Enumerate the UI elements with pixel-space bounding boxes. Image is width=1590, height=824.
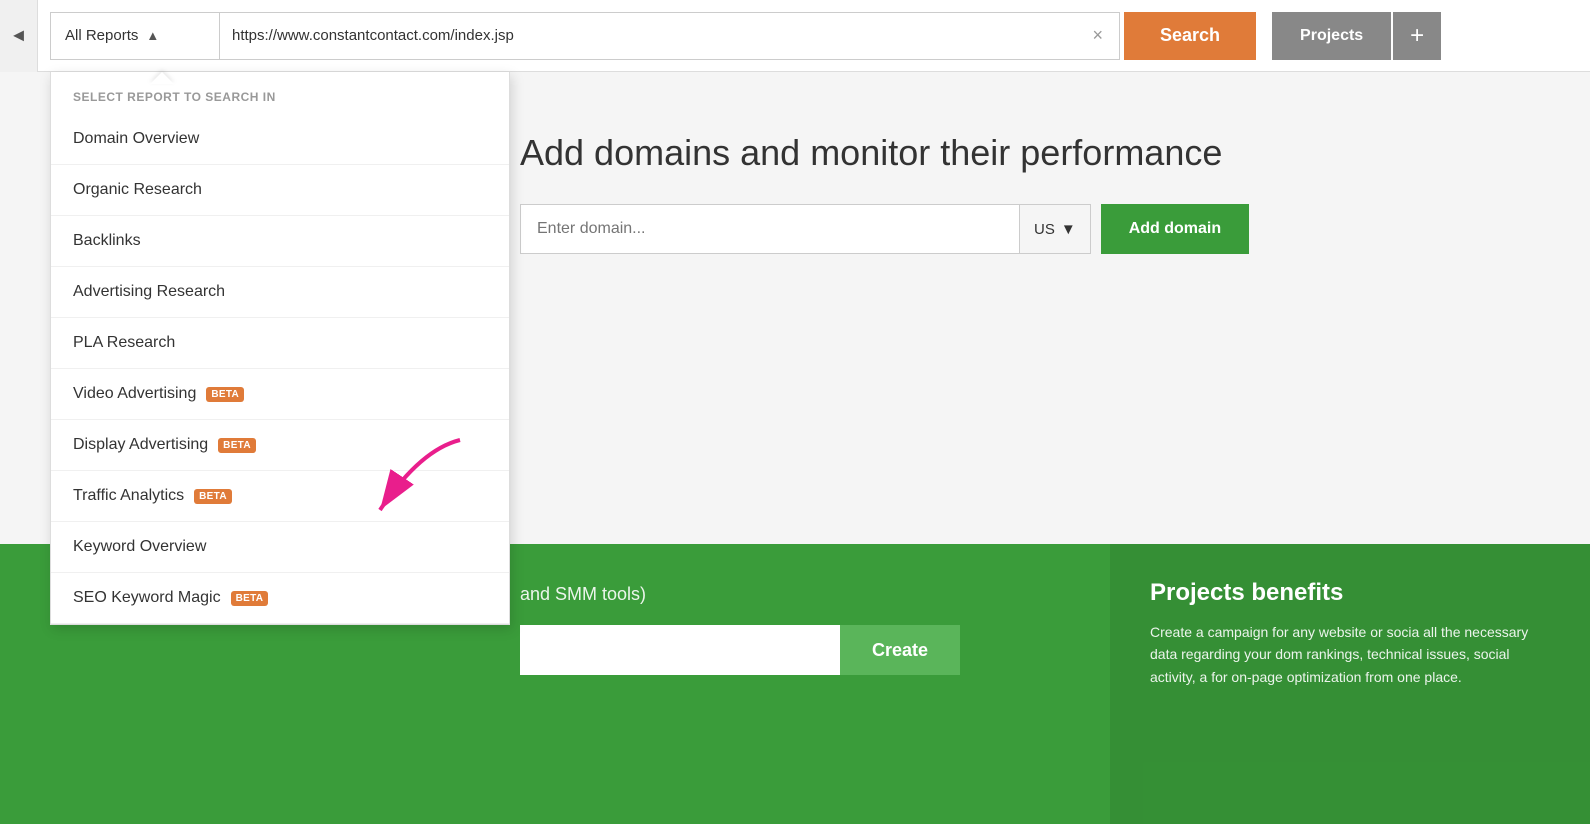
dropdown-item-label: Keyword Overview [73,538,206,556]
domain-input-row: US ▼ Add domain [520,204,1510,254]
dropdown-item-seo-keyword-magic[interactable]: SEO Keyword Magic BETA [51,573,509,624]
chevron-down-icon: ▼ [1061,221,1076,238]
country-select[interactable]: US ▼ [1020,204,1091,254]
dropdown-item-label: Video Advertising [73,385,196,403]
projects-button[interactable]: Projects [1272,12,1391,60]
beta-badge: BETA [206,387,244,402]
dropdown-item-label: Traffic Analytics [73,487,184,505]
green-right-title: Projects benefits [1150,579,1550,607]
dropdown-item-organic-research[interactable]: Organic Research [51,165,509,216]
beta-badge: BETA [218,438,256,453]
clear-button[interactable]: × [1088,25,1107,46]
dropdown-item-label: Backlinks [73,232,141,250]
beta-badge: BETA [231,591,269,606]
chevron-up-icon: ▲ [146,28,159,43]
dropdown-item-label: Domain Overview [73,130,199,148]
dropdown-item-advertising-research[interactable]: Advertising Research [51,267,509,318]
green-right-text: Create a campaign for any website or soc… [1150,621,1550,688]
main-heading: Add domains and monitor their performanc… [520,132,1510,174]
create-input-row: Create [520,625,1060,675]
dropdown-item-traffic-analytics[interactable]: Traffic Analytics BETA [51,471,509,522]
green-right: Projects benefits Create a campaign for … [1110,544,1590,824]
search-button[interactable]: Search [1124,12,1256,60]
dropdown-item-keyword-overview[interactable]: Keyword Overview [51,522,509,573]
beta-badge: BETA [194,489,232,504]
domain-input[interactable] [520,204,1020,254]
report-selector[interactable]: All Reports ▲ [50,12,220,60]
dropdown-header: SELECT REPORT TO SEARCH IN [51,72,509,114]
green-left-text: and SMM tools) [520,584,1060,605]
dropdown-item-label: SEO Keyword Magic [73,589,221,607]
country-label: US [1034,221,1055,238]
report-selector-label: All Reports [65,27,138,44]
dropdown-item-backlinks[interactable]: Backlinks [51,216,509,267]
dropdown-item-label: Organic Research [73,181,202,199]
dropdown-item-label: Advertising Research [73,283,225,301]
report-dropdown: SELECT REPORT TO SEARCH IN Domain Overvi… [50,72,510,625]
url-input-wrapper: × [220,12,1120,60]
dropdown-item-display-advertising[interactable]: Display Advertising BETA [51,420,509,471]
plus-button[interactable]: + [1393,12,1441,60]
top-bar: ◄ All Reports ▲ × Search Projects + [0,0,1590,72]
dropdown-item-pla-research[interactable]: PLA Research [51,318,509,369]
dropdown-item-label: Display Advertising [73,436,208,454]
dropdown-item-label: PLA Research [73,334,175,352]
add-domain-button[interactable]: Add domain [1101,204,1249,254]
create-input[interactable] [520,625,840,675]
create-button[interactable]: Create [840,625,960,675]
dropdown-item-video-advertising[interactable]: Video Advertising BETA [51,369,509,420]
back-button[interactable]: ◄ [0,0,38,72]
url-input[interactable] [232,27,1088,44]
dropdown-item-domain-overview[interactable]: Domain Overview [51,114,509,165]
dropdown-triangle [150,72,174,84]
